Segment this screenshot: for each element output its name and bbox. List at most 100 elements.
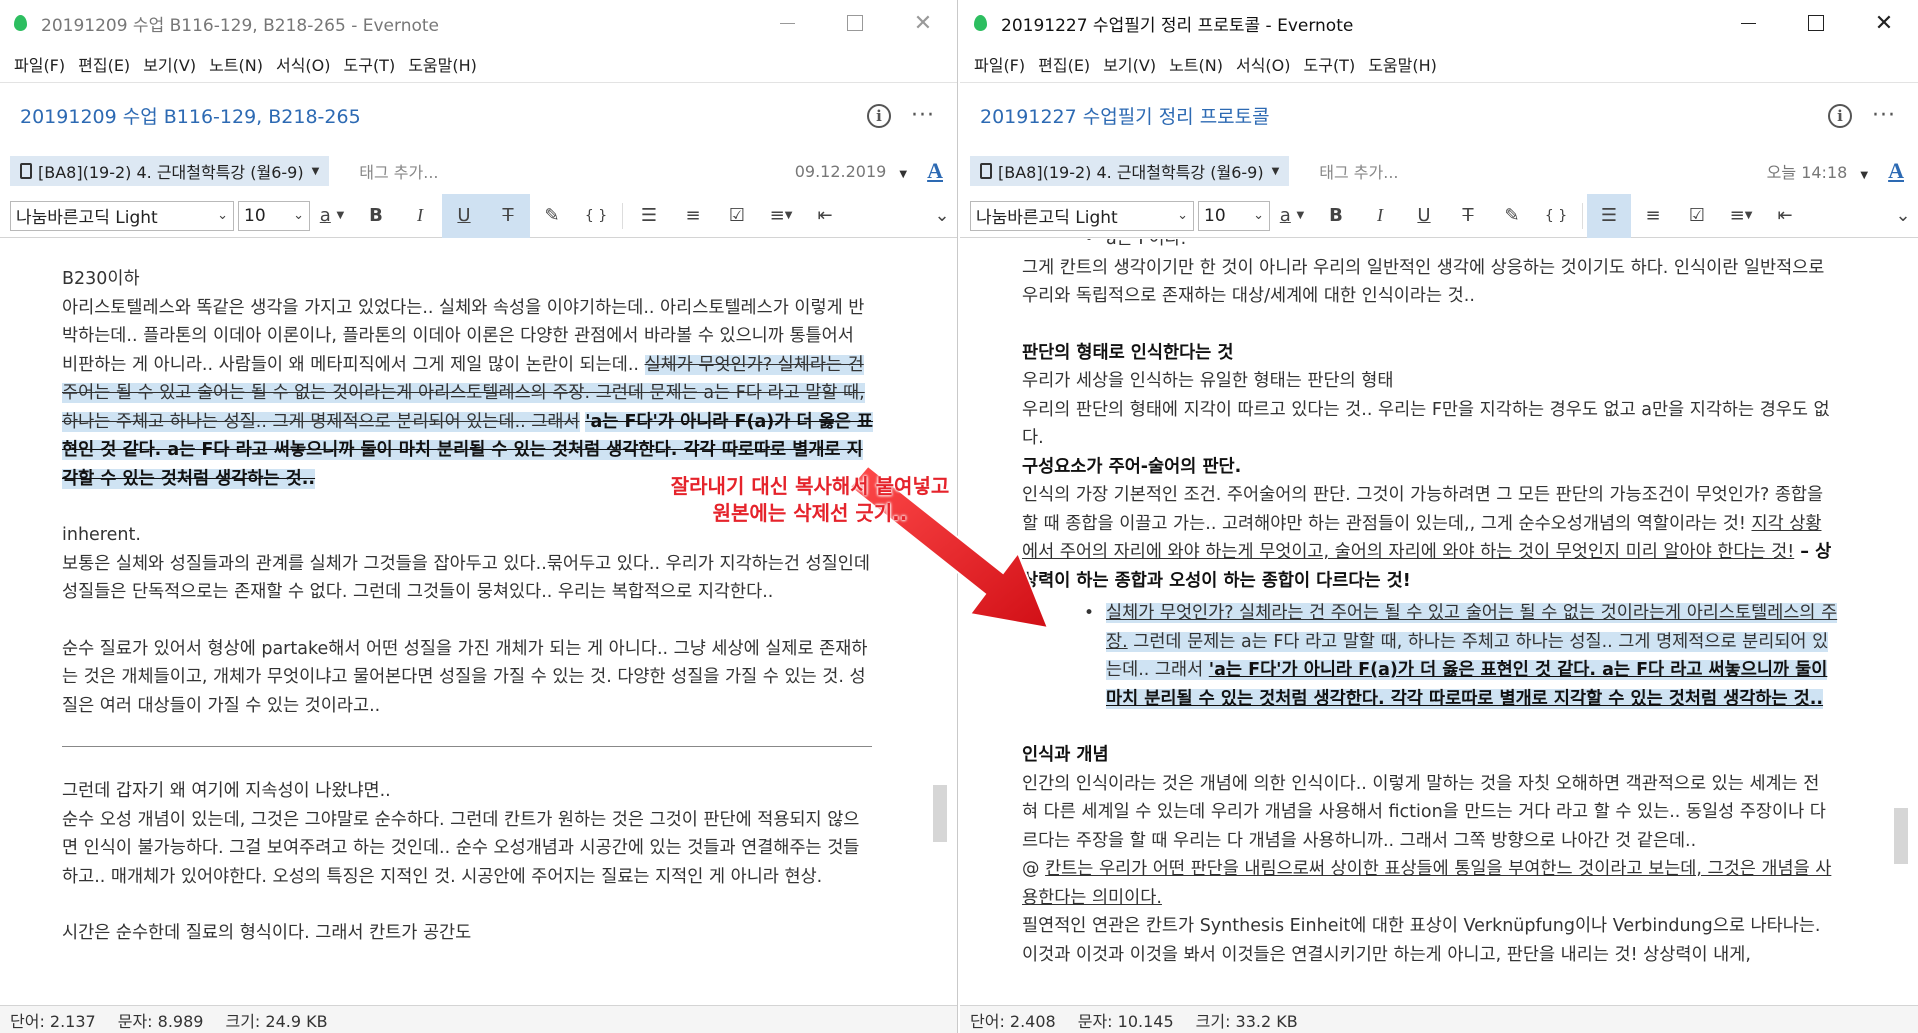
menu-file[interactable]: 파일(F) <box>970 52 1034 76</box>
italic-button[interactable]: I <box>1358 194 1402 238</box>
annotation-line: 원본에는 삭제선 긋기.. <box>712 501 908 525</box>
scrollbar-thumb[interactable] <box>1894 808 1908 864</box>
scrollbar-thumb[interactable] <box>933 785 947 842</box>
menu-tools[interactable]: 도구(T) <box>340 52 405 76</box>
maximize-button[interactable] <box>821 0 889 46</box>
font-style-icon[interactable]: A <box>927 158 943 184</box>
paragraph-heading: 인식과 개념 <box>1022 745 1109 765</box>
menu-edit[interactable]: 편집(E) <box>1034 52 1099 76</box>
highlight-icon[interactable]: ✎ <box>530 194 574 238</box>
note-body[interactable]: • a는 F이다. 그게 칸트의 생각이기만 한 것이 아니라 우리의 일반적인… <box>960 239 1840 1005</box>
paragraph-text: 우리가 세상을 인식하는 유일한 형태는 판단의 형태 <box>1022 371 1394 391</box>
code-block-icon[interactable]: { } <box>574 194 618 238</box>
evernote-window-right: 20191227 수업필기 정리 프로토콜 - Evernote ✕ 파일(F)… <box>960 0 1918 1033</box>
close-button[interactable]: ✕ <box>889 0 957 46</box>
underline-button[interactable]: U <box>442 193 486 238</box>
note-date[interactable]: 09.12.2019 ▼ <box>795 162 907 181</box>
paragraph-text: 그게 칸트의 생각이기만 한 것이 아니라 우리의 일반적인 생각에 상응하는 … <box>1022 257 1825 307</box>
menu-note[interactable]: 노트(N) <box>1165 52 1232 76</box>
notebook-icon <box>980 163 992 179</box>
info-icon[interactable]: i <box>1828 103 1852 128</box>
tag-input[interactable]: 태그 추가... <box>359 159 438 183</box>
info-icon[interactable]: i <box>867 103 891 128</box>
menu-format[interactable]: 서식(O) <box>272 52 340 76</box>
paragraph: 판단의 형태로 인식한다는 것 우리가 세상을 인식하는 유일한 형태는 판단의… <box>1022 339 1834 596</box>
highlight-icon[interactable]: ✎ <box>1490 194 1534 238</box>
annotation-line: 잘라내기 대신 복사해서 붙여넣고 <box>670 474 950 498</box>
minimize-button[interactable] <box>1714 0 1782 46</box>
underline-button[interactable]: U <box>1402 194 1446 238</box>
chevron-down-icon: ▼ <box>899 168 908 180</box>
outdent-icon[interactable]: ⇤ <box>1763 194 1807 238</box>
notebook-selector[interactable]: [BA8](19-2) 4. 근대철학특강 (월6-9) ▼ <box>10 156 330 186</box>
note-title[interactable]: 20191227 수업필기 정리 프로토콜 <box>980 102 1270 129</box>
close-button[interactable]: ✕ <box>1850 0 1918 46</box>
text-color-button[interactable]: a ▼ <box>310 194 354 238</box>
window-title: 20191227 수업필기 정리 프로토콜 - Evernote <box>1001 15 1354 36</box>
note-meta-row: [BA8](19-2) 4. 근대철학특강 (월6-9) ▼ 태그 추가... … <box>0 148 957 194</box>
notebook-selector[interactable]: [BA8](19-2) 4. 근대철학특강 (월6-9) ▼ <box>970 156 1290 186</box>
bullet-list-icon[interactable]: ☰ <box>627 194 671 238</box>
menu-tools[interactable]: 도구(T) <box>1300 52 1365 76</box>
menu-help[interactable]: 도움말(H) <box>1364 52 1446 76</box>
char-count: 문자: 8.989 <box>117 1011 204 1031</box>
more-options-icon[interactable]: ··· <box>903 103 943 128</box>
menu-view[interactable]: 보기(V) <box>1099 52 1165 76</box>
font-family-select[interactable]: 나눔바른고딕 Light ⌄ <box>10 200 234 231</box>
code-block-icon[interactable]: { } <box>1534 194 1578 238</box>
toolbar-overflow-icon[interactable]: ⌄ <box>927 205 957 226</box>
menu-file[interactable]: 파일(F) <box>10 52 74 76</box>
paragraph-text: 시간은 순수한데 질료의 형식이다. 그래서 칸트가 공간도 <box>62 923 472 943</box>
chevron-down-icon: ⌄ <box>293 208 304 223</box>
at-prefix: @ <box>1022 859 1046 879</box>
numbered-list-icon[interactable]: ≡ <box>671 194 715 238</box>
strikethrough-button[interactable]: T <box>486 193 530 238</box>
numbered-list-icon[interactable]: ≡ <box>1631 194 1675 238</box>
menu-format[interactable]: 서식(O) <box>1232 52 1300 76</box>
chevron-down-icon: ▼ <box>311 165 320 177</box>
font-family-select[interactable]: 나눔바른고딕 Light ⌄ <box>970 200 1194 231</box>
bold-underlined-text: 'a는 F다'가 아니라 F(a)가 더 옳은 표현인 것 같다. a는 F다 … <box>1106 660 1828 709</box>
paragraph: 그런데 갑자기 왜 여기에 지속성이 나왔냐면.. 순수 오성 개념이 있는데,… <box>62 777 874 891</box>
strikethrough-button[interactable]: T <box>1446 194 1490 238</box>
menu-edit[interactable]: 편집(E) <box>74 52 139 76</box>
checkbox-icon[interactable]: ☑ <box>715 194 759 238</box>
font-size-select[interactable]: 10 ⌄ <box>1198 200 1270 231</box>
bullet-list-icon[interactable]: ☰ <box>1587 193 1631 238</box>
menu-help[interactable]: 도움말(H) <box>404 52 486 76</box>
toolbar-overflow-icon[interactable]: ⌄ <box>1888 205 1918 226</box>
list-item-text: a는 F이다. <box>1106 239 1187 249</box>
paragraph: inherent. 보통은 실체와 성질들과의 관계를 실체가 그것들을 잡아두… <box>62 521 874 607</box>
menu-bar: 파일(F) 편집(E) 보기(V) 노트(N) 서식(O) 도구(T) 도움말(… <box>0 46 957 82</box>
italic-button[interactable]: I <box>398 194 442 238</box>
font-size-value: 10 <box>1204 205 1226 226</box>
font-size-select[interactable]: 10 ⌄ <box>238 200 310 231</box>
menu-note[interactable]: 노트(N) <box>205 52 272 76</box>
window-controls: ✕ <box>753 0 957 46</box>
bold-button[interactable]: B <box>354 194 398 238</box>
note-date[interactable]: 오늘 14:18 ▼ <box>1767 159 1868 183</box>
pasted-list-item: 실체가 무엇인가? 실체라는 건 주어는 될 수 있고 술어는 될 수 없는 것… <box>1106 599 1840 713</box>
outdent-icon[interactable]: ⇤ <box>803 194 847 238</box>
align-icon[interactable]: ≡ ▼ <box>1719 194 1763 238</box>
note-meta-row: [BA8](19-2) 4. 근대철학특강 (월6-9) ▼ 태그 추가... … <box>960 148 1918 194</box>
paragraph-heading: 판단의 형태로 인식한다는 것 <box>1022 342 1234 363</box>
notebook-name: [BA8](19-2) 4. 근대철학특강 (월6-9) <box>38 163 304 182</box>
bold-button[interactable]: B <box>1314 194 1358 238</box>
more-options-icon[interactable]: ··· <box>1864 103 1904 128</box>
note-body[interactable]: B230이하 아리스토텔레스와 똑같은 생각을 가지고 있었다는.. 실체와 속… <box>0 239 880 1005</box>
font-style-icon[interactable]: A <box>1888 158 1904 184</box>
align-icon[interactable]: ≡ ▼ <box>759 194 803 238</box>
window-controls: ✕ <box>1714 0 1918 46</box>
tag-input[interactable]: 태그 추가... <box>1319 159 1398 183</box>
menu-view[interactable]: 보기(V) <box>139 52 205 76</box>
maximize-button[interactable] <box>1782 0 1850 46</box>
text-color-button[interactable]: a ▼ <box>1270 194 1314 238</box>
note-title[interactable]: 20191209 수업 B116-129, B218-265 <box>20 102 361 129</box>
format-toolbar: 나눔바른고딕 Light ⌄ 10 ⌄ a ▼ B I U T ✎ { } ☰ ≡ … <box>960 193 1918 238</box>
minimize-button[interactable] <box>753 0 821 46</box>
toolbar-divider <box>1582 202 1583 229</box>
checkbox-icon[interactable]: ☑ <box>1675 194 1719 238</box>
underlined-text: 칸트는 우리가 어떤 판단을 내림으로써 상이한 표상들에 통일을 부여한느 것… <box>1022 859 1832 908</box>
